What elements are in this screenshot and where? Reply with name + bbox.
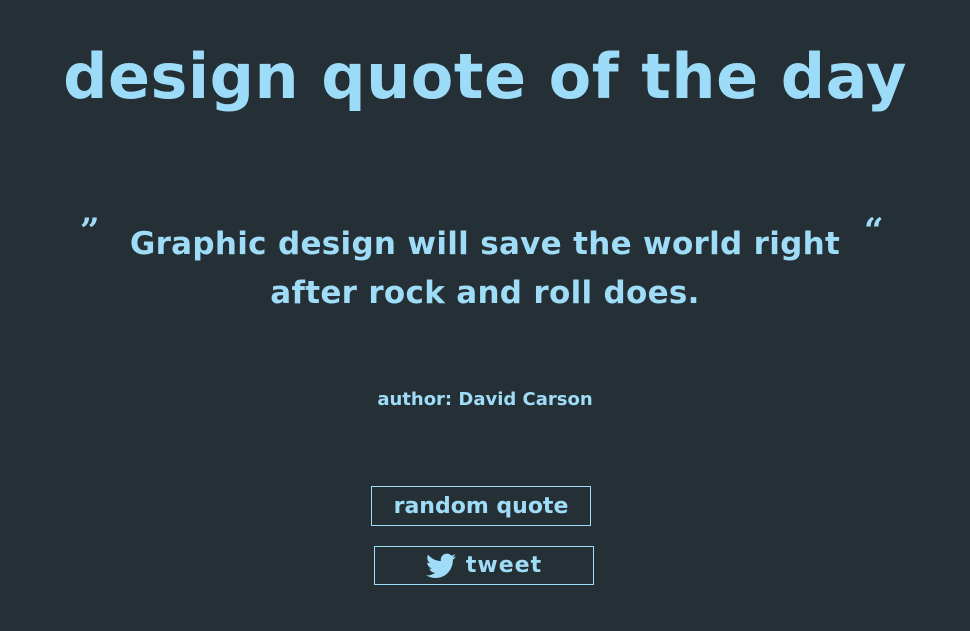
random-quote-button[interactable]: random quote xyxy=(371,486,591,526)
random-quote-label: random quote xyxy=(393,493,569,519)
quote-text: Graphic design will save the world right… xyxy=(129,226,841,311)
page-title: design quote of the day xyxy=(63,40,907,113)
quote-author: author: David Carson xyxy=(377,389,593,410)
tweet-button[interactable]: tweet xyxy=(374,546,594,585)
open-quote-mark: ” xyxy=(80,211,100,251)
twitter-bird-icon xyxy=(425,553,456,579)
quote-block: ” Graphic design will save the world rig… xyxy=(0,214,970,324)
tweet-label: tweet xyxy=(465,553,543,578)
close-quote-mark: “ xyxy=(864,211,884,251)
